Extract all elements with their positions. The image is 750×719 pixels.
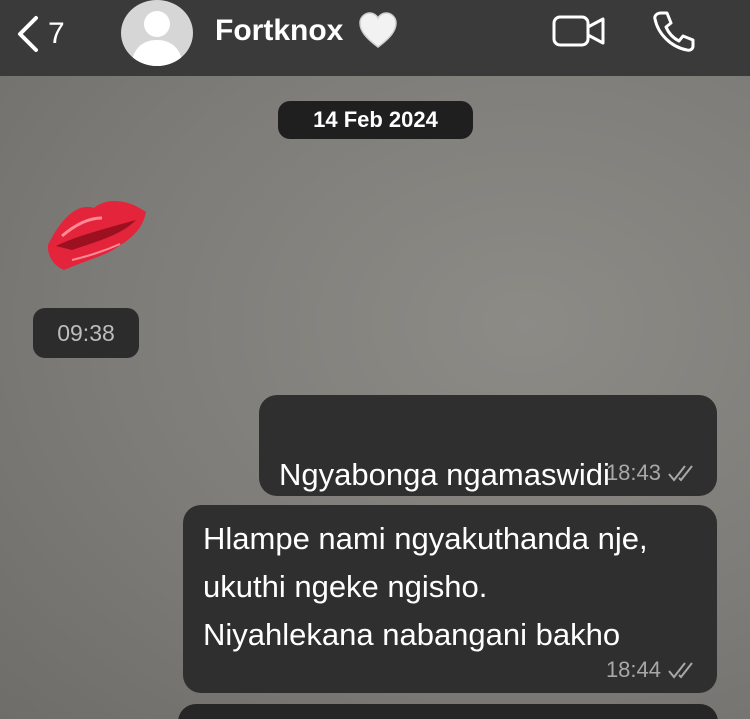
back-button[interactable]: 7 — [14, 14, 84, 54]
message-text: Ngyabonga ngamaswidi — [279, 457, 610, 492]
voice-call-button[interactable] — [652, 10, 696, 52]
message-time: 18:43 — [605, 460, 661, 485]
double-check-icon — [668, 662, 693, 679]
video-call-button[interactable] — [552, 14, 606, 48]
lips-sticker-icon[interactable] — [42, 190, 152, 285]
message-time: 18:44 — [605, 657, 661, 682]
message-time: 09:38 — [33, 308, 139, 358]
white-heart-icon — [359, 12, 397, 48]
outgoing-message[interactable]: Hlampe nami ngyakuthanda nje, ukuthi nge… — [183, 505, 717, 693]
video-camera-icon — [552, 15, 605, 47]
message-text: Hlampe nami ngyakuthanda nje, ukuthi nge… — [203, 521, 648, 652]
person-icon — [131, 11, 183, 66]
outgoing-message[interactable]: Ngyabonga ngamaswidi 18:43 — [259, 395, 717, 540]
message-meta: 18:44 — [606, 657, 699, 683]
contact-name[interactable]: Fortknox — [215, 14, 343, 48]
contact-avatar[interactable] — [121, 0, 193, 66]
chevron-left-icon — [18, 16, 38, 52]
partial-message — [178, 704, 718, 719]
chat-header: 7 Fortknox — [0, 0, 750, 76]
phone-icon — [653, 11, 695, 52]
message-meta: 18:43 — [606, 460, 699, 486]
date-separator: 14 Feb 2024 — [278, 101, 473, 139]
unread-count: 7 — [48, 17, 65, 50]
double-check-icon — [668, 465, 693, 482]
